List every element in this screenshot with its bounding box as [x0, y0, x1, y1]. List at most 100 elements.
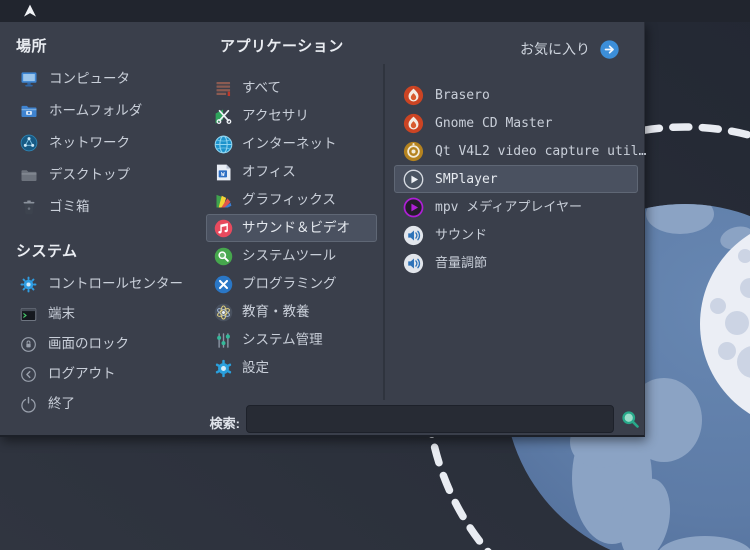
item-label: デスクトップ: [49, 167, 130, 183]
sound-icon: [402, 224, 425, 247]
places-item[interactable]: デスクトップ: [14, 159, 204, 191]
item-label: オフィス: [242, 164, 296, 180]
app-category-item[interactable]: システムツール: [206, 242, 377, 270]
office-icon: W: [213, 162, 234, 183]
internet-icon: [213, 134, 234, 155]
smplayer-icon: [402, 168, 425, 191]
svg-text:W: W: [221, 171, 225, 177]
all-apps-icon: [213, 78, 234, 99]
menu-logo-icon[interactable]: [20, 2, 40, 20]
item-label: Brasero: [435, 87, 490, 103]
item-label: 設定: [242, 360, 269, 376]
system-list: コントロールセンター 端末画面のロック ログアウト終了: [14, 269, 204, 419]
control-center-icon: [19, 275, 38, 294]
places-header: 場所: [16, 38, 48, 55]
network-icon: [19, 133, 39, 153]
app-item[interactable]: Qt V4L2 video capture util…: [394, 137, 646, 165]
top-panel: [0, 0, 750, 22]
app-category-item[interactable]: 教育・教養: [206, 298, 377, 326]
item-label: 音量調節: [435, 255, 488, 271]
system-tools-icon: [213, 246, 234, 267]
app-item[interactable]: 音量調節: [394, 249, 638, 277]
search-label: 検索:: [209, 416, 240, 431]
graphics-icon: [213, 190, 234, 211]
app-category-item[interactable]: サウンド＆ビデオ: [206, 214, 377, 242]
app-item[interactable]: Gnome CD Master: [394, 109, 638, 137]
cd-master-icon: [402, 112, 425, 135]
application-categories-list: すべてアクセサリインターネット W オフィスグラフィックス サウンド＆ビデオ システムツ…: [206, 74, 377, 382]
item-label: グラフィックス: [242, 192, 336, 208]
places-list: コンピュータ ホームフォルダ ネットワーク デスクトップ ゴミ箱: [14, 63, 204, 223]
app-category-item[interactable]: 設定: [206, 354, 377, 382]
places-item[interactable]: ゴミ箱: [14, 191, 204, 223]
logout-icon: [19, 365, 38, 384]
item-label: インターネット: [242, 136, 337, 152]
item-label: 端末: [48, 306, 75, 322]
education-icon: [213, 302, 234, 323]
system-header: システム: [16, 243, 78, 260]
volume-icon: [402, 252, 425, 275]
shutdown-icon: [19, 395, 38, 414]
item-label: mpv メディアプレイヤー: [435, 199, 583, 215]
system-item[interactable]: ログアウト: [14, 359, 204, 389]
accessories-icon: [213, 106, 234, 127]
app-item[interactable]: Brasero: [394, 81, 638, 109]
item-label: 教育・教養: [242, 304, 310, 320]
lock-screen-icon: [19, 335, 38, 354]
programming-icon: [213, 274, 234, 295]
app-category-item[interactable]: システム管理: [206, 326, 377, 354]
item-label: ゴミ箱: [49, 199, 90, 215]
menu-popup: 場所 コンピュータ ホームフォルダ ネットワーク デスクトップ ゴミ箱 システム コント…: [0, 22, 646, 437]
column-divider: [383, 64, 385, 400]
settings-icon: [213, 358, 234, 379]
home-folder-icon: [19, 101, 39, 121]
item-label: ネットワーク: [49, 135, 130, 151]
item-label: サウンド＆ビデオ: [242, 220, 350, 236]
app-category-item[interactable]: インターネット: [206, 130, 377, 158]
item-label: 終了: [48, 396, 75, 412]
app-item[interactable]: サウンド: [394, 221, 638, 249]
application-results-list: Brasero Gnome CD Master Qt V4L2 video capt…: [394, 81, 646, 277]
app-item[interactable]: SMPlayer: [394, 165, 638, 193]
item-label: サウンド: [435, 227, 488, 243]
places-item[interactable]: ネットワーク: [14, 127, 204, 159]
favorites-button[interactable]: お気に入り: [460, 36, 620, 62]
item-label: Gnome CD Master: [435, 115, 553, 131]
desktop-icon: [19, 165, 39, 185]
item-label: Qt V4L2 video capture util…: [435, 143, 647, 159]
places-item[interactable]: ホームフォルダ: [14, 95, 204, 127]
item-label: アクセサリ: [242, 108, 309, 124]
app-category-item[interactable]: プログラミング: [206, 270, 377, 298]
qt-v4l2-icon: [402, 140, 425, 163]
administration-icon: [213, 330, 234, 351]
computer-icon: [19, 69, 39, 89]
search-input[interactable]: [246, 405, 614, 433]
item-label: 画面のロック: [48, 336, 129, 352]
trash-icon: [19, 197, 39, 217]
app-category-item[interactable]: すべて: [206, 74, 377, 102]
item-label: システムツール: [242, 248, 337, 264]
applications-header: アプリケーション: [220, 38, 344, 55]
mpv-icon: [402, 196, 425, 219]
item-label: プログラミング: [242, 276, 337, 292]
item-label: システム管理: [242, 332, 323, 348]
item-label: すべて: [242, 80, 282, 96]
sound-video-icon: [213, 218, 234, 239]
app-category-item[interactable]: アクセサリ: [206, 102, 377, 130]
brasero-icon: [402, 84, 425, 107]
item-label: ホームフォルダ: [49, 103, 143, 119]
app-category-item[interactable]: グラフィックス: [206, 186, 377, 214]
favorites-arrow-icon: [599, 39, 620, 60]
system-item[interactable]: コントロールセンター: [14, 269, 204, 299]
search-icon[interactable]: [620, 409, 641, 430]
item-label: ログアウト: [48, 366, 116, 382]
item-label: コントロールセンター: [48, 276, 183, 292]
system-item[interactable]: 画面のロック: [14, 329, 204, 359]
item-label: コンピュータ: [49, 71, 130, 87]
places-item[interactable]: コンピュータ: [14, 63, 204, 95]
item-label: SMPlayer: [435, 171, 498, 187]
app-item[interactable]: mpv メディアプレイヤー: [394, 193, 638, 221]
terminal-icon: [19, 305, 38, 324]
system-item[interactable]: 端末: [14, 299, 204, 329]
app-category-item[interactable]: W オフィス: [206, 158, 377, 186]
